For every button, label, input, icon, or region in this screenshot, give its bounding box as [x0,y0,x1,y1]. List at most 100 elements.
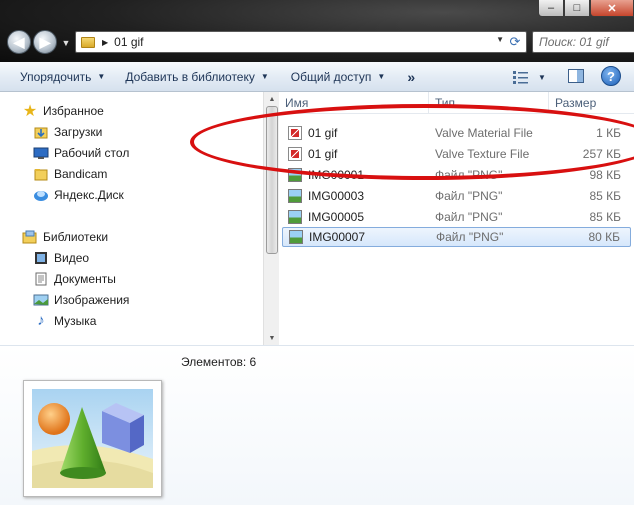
arrow-right-icon: ▶ [39,33,51,50]
search-input[interactable]: Поиск: 01 gif [532,31,634,53]
nav-item-label: Изображения [54,292,130,307]
share-button[interactable]: Общий доступ ▼ [285,65,392,89]
png-file-icon [288,189,302,203]
help-icon[interactable]: ? [601,66,621,86]
file-type: Valve Material File [435,126,533,140]
nav-item-label: Рабочий стол [54,145,130,160]
column-header-size[interactable]: Размер [549,92,634,114]
video-library-icon [33,250,49,266]
arrow-left-icon: ◀ [13,33,25,50]
nav-item-music[interactable]: ♪ Музыка [33,311,96,330]
more-commands-button[interactable]: » [401,65,421,89]
nav-item-desktop[interactable]: Рабочий стол [33,143,129,162]
refresh-icon[interactable]: ⟳ [507,34,523,50]
breadcrumb-separator-icon[interactable]: ▶ [102,38,108,47]
file-name: IMG00003 [308,189,365,203]
nav-item-pictures[interactable]: Изображения [33,290,129,309]
nav-item-documents[interactable]: Документы [33,269,116,288]
file-size: 80 КБ [588,230,620,244]
nav-item-label: Видео [54,250,90,265]
column-header-name[interactable]: Имя [279,92,429,114]
file-row-selected[interactable]: IMG00007 Файл "PNG" 80 КБ [282,227,631,247]
nav-libraries-label: Библиотеки [43,229,109,244]
png-file-icon [289,230,303,244]
navigation-pane: ★ Избранное Загрузки Рабочий стол Bandic… [0,92,263,345]
png-file-icon [288,210,302,224]
file-name: IMG00007 [309,230,366,244]
add-to-library-label: Добавить в библиотеку [125,69,255,84]
file-size: 257 КБ [582,147,621,161]
nav-favorites-label: Избранное [43,103,104,118]
file-type: Файл "PNG" [435,210,503,224]
nav-item-video[interactable]: Видео [33,248,89,267]
nav-libraries[interactable]: Библиотеки [22,227,108,246]
address-dropdown-icon[interactable]: ▼ [496,35,504,44]
close-button[interactable]: ✕ [590,0,634,17]
preview-pane-button[interactable] [567,67,585,85]
share-label: Общий доступ [290,69,372,84]
minimize-button[interactable]: – [538,0,564,17]
file-size: 98 КБ [589,168,621,182]
file-type: Файл "PNG" [436,230,504,244]
file-name: IMG00005 [308,210,365,224]
file-name: IMG00001 [308,168,365,182]
maximize-button[interactable]: □ [564,0,590,17]
scroll-down-icon[interactable]: ▼ [264,331,280,345]
column-headers: Имя Тип Размер [279,92,634,114]
file-size: 1 КБ [596,126,621,140]
chevron-down-icon: ▼ [377,72,386,81]
file-size: 85 КБ [589,189,621,203]
file-type: Файл "PNG" [435,168,503,182]
file-name: 01 gif [308,147,338,161]
address-path[interactable]: 01 gif [114,35,143,49]
chevron-down-icon: ▼ [61,38,71,48]
image-placeholder-icon [32,389,153,488]
file-size: 85 КБ [589,210,621,224]
forward-button[interactable]: ▶ [33,30,57,54]
folder-icon [33,166,49,182]
file-row[interactable]: IMG00003 Файл "PNG" 85 КБ [282,186,631,206]
organize-label: Упорядочить [20,69,92,84]
preview-pane-icon [568,69,584,83]
file-row[interactable]: IMG00005 Файл "PNG" 85 КБ [282,207,631,227]
views-icon [513,71,528,84]
address-bar[interactable]: ▶ 01 gif ▼ ⟳ [75,31,527,53]
yandex-disk-icon [33,187,49,203]
window-controls: – □ ✕ [538,0,634,18]
file-list: Имя Тип Размер 01 gif Valve Material Fil… [279,92,634,345]
nav-item-downloads[interactable]: Загрузки [33,122,102,141]
scroll-up-icon[interactable]: ▲ [264,92,280,106]
preview-thumbnail [23,380,162,497]
vmt-file-icon [288,126,302,140]
nav-item-bandicam[interactable]: Bandicam [33,164,107,183]
libraries-icon [22,229,38,245]
back-button[interactable]: ◀ [7,30,31,54]
file-row[interactable]: 01 gif Valve Texture File 257 КБ [282,144,631,164]
nav-item-yandex-disk[interactable]: Яндекс.Диск [33,185,124,204]
nav-favorites[interactable]: ★ Избранное [22,101,104,120]
chevron-down-icon: ▼ [260,72,269,81]
column-header-type[interactable]: Тип [429,92,549,114]
nav-item-label: Документы [54,271,116,286]
desktop-icon [33,145,49,161]
png-file-icon [288,168,302,182]
folder-icon [81,36,95,48]
search-placeholder: Поиск: 01 gif [539,35,609,49]
window-titlebar: – □ ✕ ◀ ▶ ▼ ▶ 01 gif ▼ ⟳ Поиск: 01 gif [0,0,634,62]
organize-button[interactable]: Упорядочить ▼ [14,65,111,89]
pictures-library-icon [33,292,49,308]
add-to-library-button[interactable]: Добавить в библиотеку ▼ [119,65,274,89]
file-type: Valve Texture File [435,147,530,161]
scrollbar-thumb[interactable] [266,106,278,254]
downloads-folder-icon [33,124,49,140]
recent-pages-dropdown[interactable]: ▼ [60,36,72,50]
file-row[interactable]: IMG00001 Файл "PNG" 98 КБ [282,165,631,185]
file-row[interactable]: 01 gif Valve Material File 1 КБ [282,123,631,143]
change-view-button[interactable]: ▼ [512,67,546,87]
items-count: Элементов: 6 [181,355,257,369]
details-pane: Элементов: 6 [0,345,634,505]
nav-item-label: Музыка [54,313,97,328]
nav-scrollbar[interactable]: ▲ ▼ [263,92,279,345]
nav-item-label: Яндекс.Диск [54,187,124,202]
music-library-icon: ♪ [37,312,45,329]
